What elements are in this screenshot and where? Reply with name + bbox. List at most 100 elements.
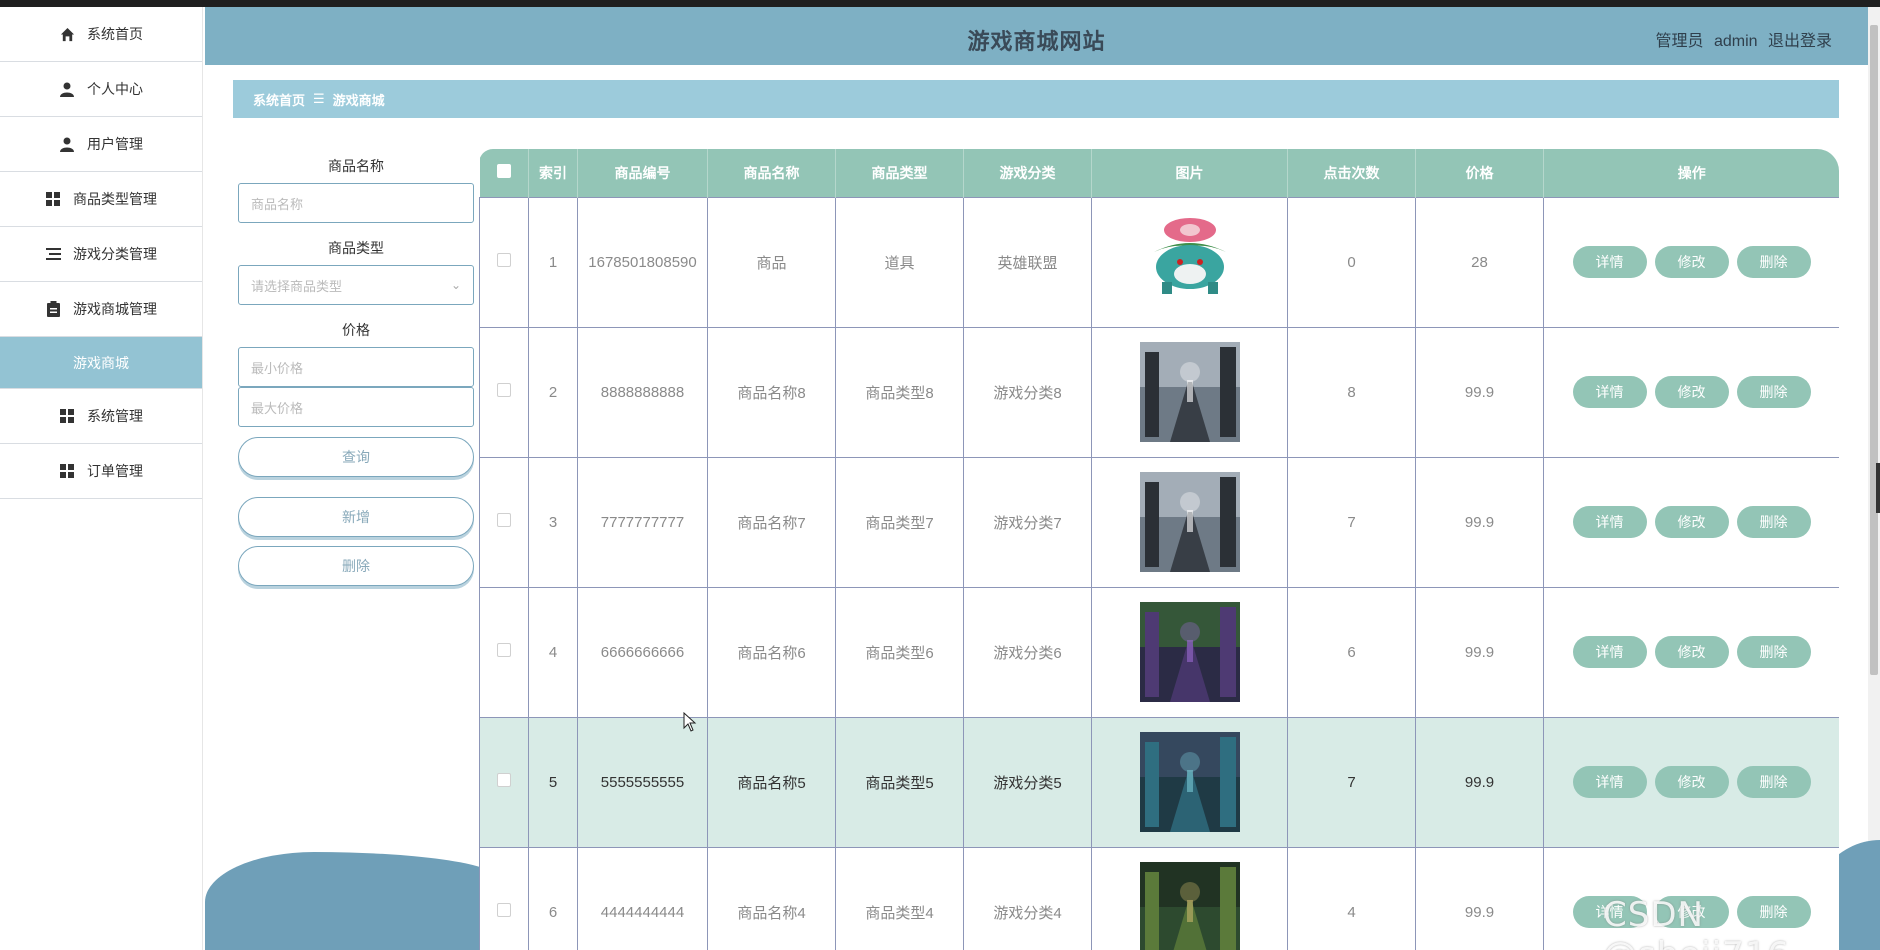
- sidebar-item[interactable]: 用户管理: [0, 117, 202, 172]
- name-input[interactable]: 商品名称: [238, 183, 474, 223]
- sidebar-item[interactable]: 个人中心: [0, 62, 202, 117]
- cell-clicks: 6: [1287, 586, 1416, 718]
- sidebar-item-label: 系统首页: [87, 26, 143, 42]
- max-price-input[interactable]: 最大价格: [238, 387, 474, 427]
- username: admin: [1713, 33, 1758, 50]
- row-checkbox[interactable]: [497, 383, 511, 397]
- row-delete-button[interactable]: 删除: [1736, 376, 1811, 408]
- type-select[interactable]: 请选择商品类型 ⌄: [238, 265, 474, 305]
- table-row[interactable]: 2 8888888888 商品名称8 商品类型8 游戏分类8 8 99.9 详情 修改 删除: [479, 326, 1839, 458]
- cell-category: 英雄联盟: [963, 196, 1092, 328]
- edit-button[interactable]: 修改: [1654, 506, 1729, 538]
- goods-table-container: 索引 商品编号 商品名称 商品类型 游戏分类 图片 点击次数 价格 操作 1 1678501808…: [479, 149, 1839, 950]
- edit-button[interactable]: 修改: [1654, 636, 1729, 668]
- detail-button[interactable]: 详情: [1572, 766, 1647, 798]
- grid-icon: [59, 408, 75, 424]
- scroll-marker: [1876, 463, 1880, 513]
- clipboard-icon: [45, 301, 61, 317]
- row-checkbox[interactable]: [497, 513, 511, 527]
- type-select-placeholder: 请选择商品类型: [251, 278, 343, 294]
- row-checkbox[interactable]: [497, 643, 511, 657]
- row-delete-button[interactable]: 删除: [1736, 246, 1811, 278]
- detail-button[interactable]: 详情: [1572, 636, 1647, 668]
- sidebar-item[interactable]: 游戏商城: [0, 337, 202, 389]
- column-header: 商品名称: [707, 149, 836, 197]
- cell-name: 商品名称8: [707, 326, 836, 458]
- cell-image: [1091, 456, 1288, 588]
- cell-index: 1: [528, 196, 578, 328]
- chevron-down-icon: ⌄: [450, 278, 461, 292]
- vertical-scrollbar[interactable]: [1868, 7, 1880, 950]
- row-select-cell[interactable]: [479, 846, 529, 950]
- breadcrumb-home[interactable]: 系统首页: [253, 90, 305, 109]
- cell-actions: 详情 修改 删除: [1543, 196, 1839, 328]
- row-select-cell[interactable]: [479, 586, 529, 718]
- cell-type: 商品类型8: [835, 326, 964, 458]
- price-label: 价格: [342, 322, 370, 338]
- cell-code: 8888888888: [577, 326, 708, 458]
- product-image: [1139, 472, 1240, 572]
- row-checkbox[interactable]: [497, 773, 511, 787]
- select-all-checkbox[interactable]: [496, 164, 511, 179]
- add-button[interactable]: 新增: [238, 497, 474, 537]
- row-delete-button[interactable]: 删除: [1736, 766, 1811, 798]
- query-button[interactable]: 查询: [238, 437, 474, 477]
- cell-actions: 详情 修改 删除: [1543, 456, 1839, 588]
- detail-button[interactable]: 详情: [1572, 506, 1647, 538]
- sidebar: 系统首页个人中心 用户管理 商品类型管理游戏分类管理游戏商城管理 游戏商城 系统管理 订单…: [0, 7, 203, 950]
- sidebar-item[interactable]: 订单管理: [0, 444, 202, 499]
- header-bar: 游戏商城网站 管理员 admin 退出登录: [205, 7, 1868, 65]
- edit-button[interactable]: 修改: [1654, 766, 1729, 798]
- table-row[interactable]: 5 5555555555 商品名称5 商品类型5 游戏分类5 7 99.9 详情 修改 删除: [479, 716, 1839, 848]
- product-image: [1140, 212, 1240, 312]
- cell-price: 99.9: [1415, 456, 1544, 588]
- cell-category: 游戏分类8: [963, 326, 1092, 458]
- column-header: 操作: [1543, 149, 1839, 197]
- cell-image: [1091, 716, 1288, 848]
- sidebar-item[interactable]: 游戏分类管理: [0, 227, 202, 282]
- cell-type: 商品类型7: [835, 456, 964, 588]
- row-delete-button[interactable]: 删除: [1736, 636, 1811, 668]
- select-all-cell[interactable]: [479, 149, 529, 197]
- cell-code: 6666666666: [577, 586, 708, 718]
- home-icon: [59, 26, 75, 42]
- row-select-cell[interactable]: [479, 456, 529, 588]
- detail-button[interactable]: 详情: [1572, 246, 1647, 278]
- row-select-cell[interactable]: [479, 326, 529, 458]
- edit-button[interactable]: 修改: [1654, 246, 1729, 278]
- sidebar-item[interactable]: 商品类型管理: [0, 172, 202, 227]
- user-icon: [59, 81, 75, 97]
- row-delete-button[interactable]: 删除: [1736, 506, 1811, 538]
- table-row[interactable]: 1 1678501808590 商品 道具 英雄联盟 0 28 详情 修改 删除: [479, 196, 1839, 328]
- detail-button[interactable]: 详情: [1572, 376, 1647, 408]
- table-row[interactable]: 4 6666666666 商品名称6 商品类型6 游戏分类6 6 99.9 详情 修改 删除: [479, 586, 1839, 718]
- mouse-cursor-icon: [683, 712, 697, 732]
- cell-code: 5555555555: [577, 716, 708, 848]
- edit-button[interactable]: 修改: [1654, 376, 1729, 408]
- user-icon: [59, 136, 75, 152]
- table-header-row: 索引 商品编号 商品名称 商品类型 游戏分类 图片 点击次数 价格 操作: [479, 149, 1839, 197]
- cell-price: 99.9: [1415, 326, 1544, 458]
- row-checkbox[interactable]: [497, 903, 511, 917]
- table-row[interactable]: 3 7777777777 商品名称7 商品类型7 游戏分类7 7 99.9 详情 修改 删除: [479, 456, 1839, 588]
- cell-price: 28: [1415, 196, 1544, 328]
- type-label: 商品类型: [328, 240, 384, 256]
- cell-actions: 详情 修改 删除: [1543, 586, 1839, 718]
- cell-category: 游戏分类7: [963, 456, 1092, 588]
- cell-clicks: 8: [1287, 326, 1416, 458]
- row-select-cell[interactable]: [479, 716, 529, 848]
- row-checkbox[interactable]: [497, 253, 511, 267]
- breadcrumb-separator-icon: ☰: [313, 91, 325, 106]
- row-select-cell[interactable]: [479, 196, 529, 328]
- sidebar-item[interactable]: 系统管理: [0, 389, 202, 444]
- watermark: CSDN @sheji716: [1603, 895, 1789, 950]
- cell-name: 商品名称6: [707, 586, 836, 718]
- sidebar-item[interactable]: 系统首页: [0, 7, 202, 62]
- scrollbar-thumb[interactable]: [1870, 25, 1878, 675]
- sidebar-item-label: 游戏分类管理: [73, 246, 157, 262]
- min-price-input[interactable]: 最小价格: [238, 347, 474, 387]
- top-strip: [0, 0, 1880, 7]
- delete-button[interactable]: 删除: [238, 546, 474, 586]
- logout-link[interactable]: 退出登录: [1768, 33, 1832, 50]
- sidebar-item[interactable]: 游戏商城管理: [0, 282, 202, 337]
